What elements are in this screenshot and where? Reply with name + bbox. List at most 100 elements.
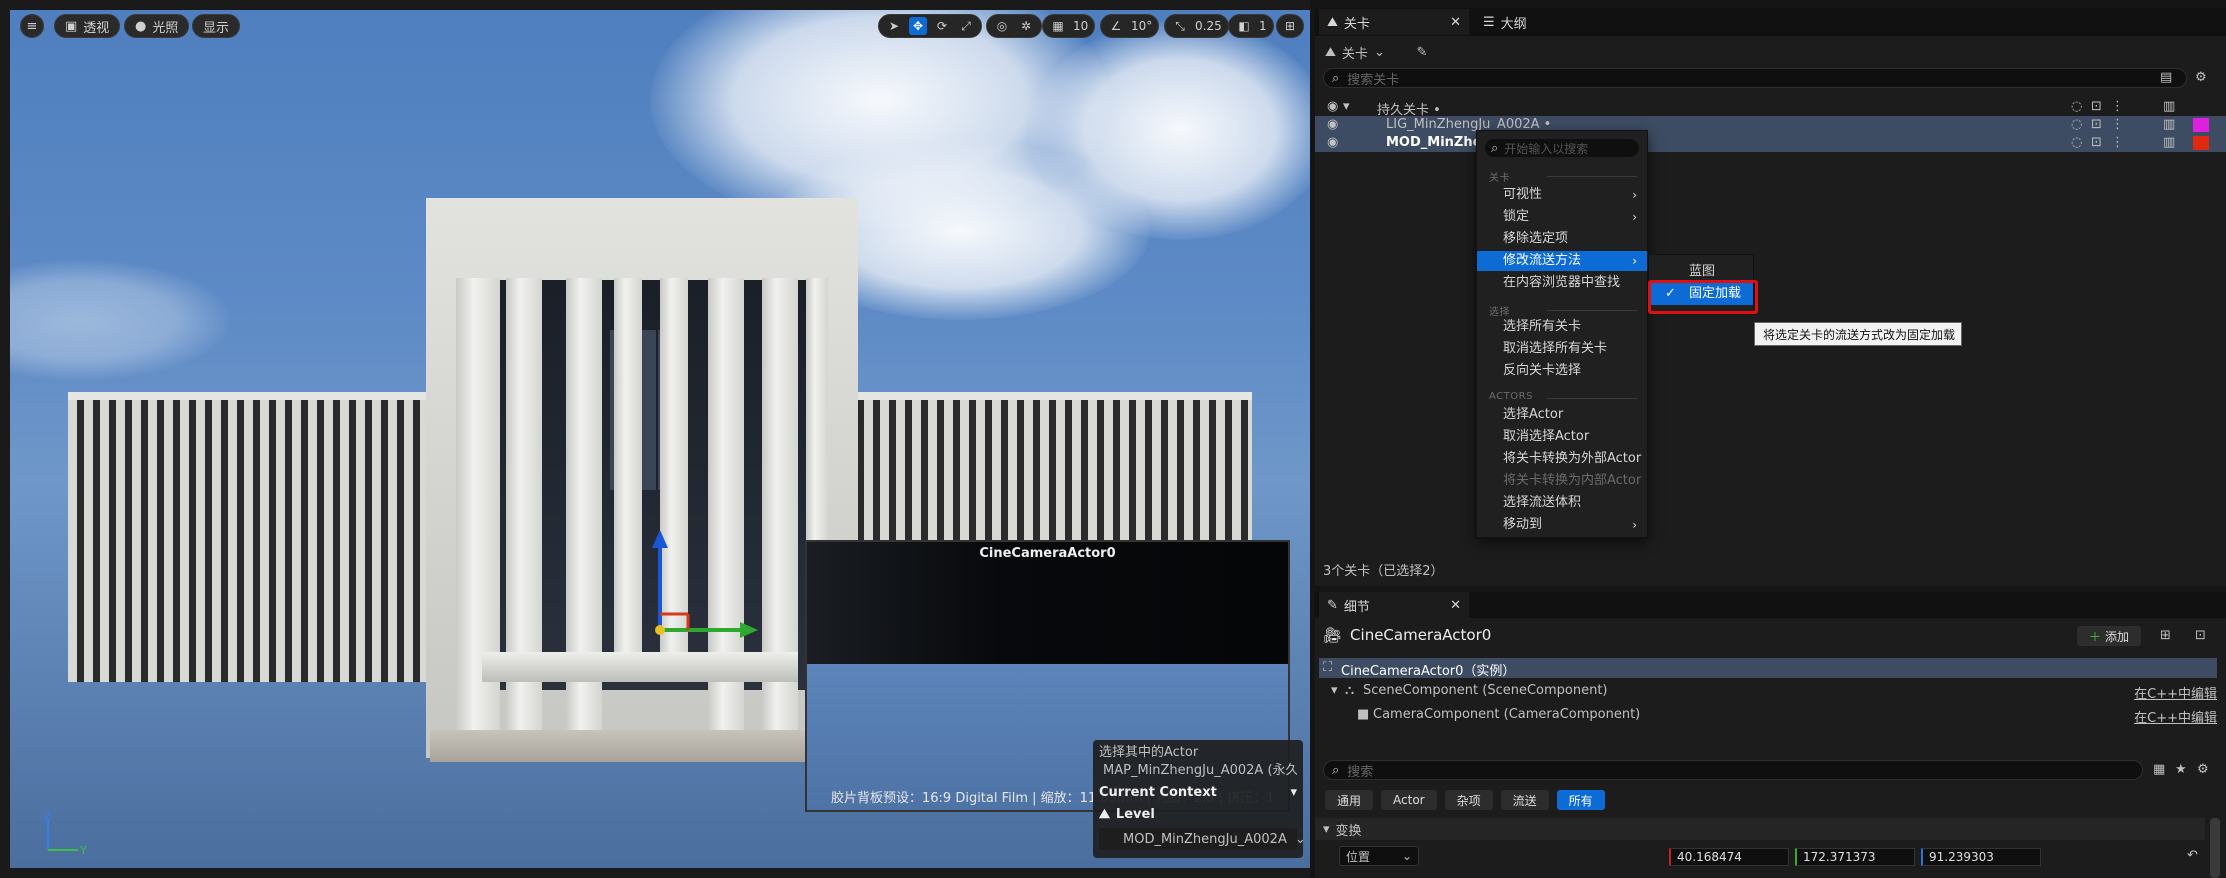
expand-icon[interactable]: ▾ xyxy=(1343,99,1350,114)
select-actor-text[interactable]: 选择其中的Actor xyxy=(1099,744,1297,762)
expand-icon[interactable]: ▾ xyxy=(1331,683,1338,698)
lock-icon[interactable]: ⊡ xyxy=(2195,628,2206,643)
eye-icon[interactable]: ◉ xyxy=(1327,99,1338,114)
tree-row-level[interactable]: ◉ LIG_MinZhengJu_A002A • ◌ ⊡ ⋮ ▥ xyxy=(1315,116,2226,134)
tree-row-level[interactable]: ◉ MOD_MinZheng ◌ ⊡ ⋮ ▥ xyxy=(1315,134,2226,152)
edit-cpp-link[interactable]: 在C++中编辑 xyxy=(2134,683,2217,702)
show-button[interactable]: 显示 xyxy=(192,14,241,38)
close-icon[interactable]: ✕ xyxy=(1450,598,1461,613)
lightbulb-icon[interactable]: ◌ xyxy=(2071,99,2082,114)
menu-item-remove-selected[interactable]: 移除选定项 xyxy=(1477,229,1647,249)
location-dropdown[interactable]: 位置 ⌄ xyxy=(1339,846,1419,866)
menu-item-move-to[interactable]: 移动到 › xyxy=(1477,515,1647,535)
filter-streaming[interactable]: 流送 xyxy=(1500,790,1549,810)
menu-item-select-actor[interactable]: 选择Actor xyxy=(1477,405,1647,425)
details-search[interactable]: ⌕ 搜索 xyxy=(1323,760,2143,780)
transform-gizmo[interactable] xyxy=(640,530,770,660)
level-color-swatch[interactable] xyxy=(2193,118,2209,132)
star-icon[interactable]: ★ xyxy=(2175,762,2187,777)
folder-add-icon[interactable]: ▤ xyxy=(2160,70,2172,85)
scale-icon[interactable]: ⤢ xyxy=(957,17,975,35)
level-select[interactable]: MOD_MinZhengJu_A002A ⌄ xyxy=(1099,828,1306,850)
menu-item-deselect-actor[interactable]: 取消选择Actor xyxy=(1477,427,1647,447)
lighting-label: 光照 xyxy=(152,20,179,36)
menu-item-convert-external[interactable]: 将关卡转换为外部Actor xyxy=(1477,449,1647,469)
menu-item-visibility[interactable]: 可视性 › xyxy=(1477,185,1647,205)
current-context-header[interactable]: Current Context ▾ xyxy=(1099,784,1297,802)
menu-search[interactable]: ⌕ 开始输入以搜索 xyxy=(1485,139,1639,157)
select-icon[interactable]: ➤ xyxy=(885,17,903,35)
menu-item-invert-selection[interactable]: 反向关卡选择 xyxy=(1477,361,1647,381)
tree-row-persistent[interactable]: ◉ ▾ 持久关卡 • ◌ ⊡ ⋮ ▥ xyxy=(1315,98,2226,118)
viewport-layout-button[interactable]: ⊞ xyxy=(1276,14,1304,38)
perspective-label: 透视 xyxy=(83,20,110,36)
menu-item-deselect-all[interactable]: 取消选择所有关卡 xyxy=(1477,339,1647,359)
rotation-snap[interactable]: ∠ 10° xyxy=(1100,14,1160,38)
grid-icon: ▦ xyxy=(1052,19,1064,33)
surface-snap-icon[interactable]: ✲ xyxy=(1017,17,1035,35)
levels-search[interactable]: ⌕ 搜索关卡 xyxy=(1323,68,2187,88)
rotate-icon[interactable]: ⟳ xyxy=(933,17,951,35)
move-icon[interactable]: ✥ xyxy=(909,17,927,35)
component-name: CameraComponent (CameraComponent) xyxy=(1373,707,1641,722)
add-component-button[interactable]: ＋添加 xyxy=(2077,626,2142,646)
edit-cpp-link[interactable]: 在C++中编辑 xyxy=(2134,707,2217,726)
hierarchy-icon[interactable]: ⋮ xyxy=(2111,135,2124,150)
lock-icon[interactable]: ⊡ xyxy=(2091,99,2102,114)
scale-snap[interactable]: ⤡ 0.25 xyxy=(1164,14,1229,38)
grid-size: 10 xyxy=(1073,19,1089,33)
tab-details[interactable]: ✎ 细节 ✕ xyxy=(1319,592,1469,618)
location-y-field[interactable]: 172.371373 xyxy=(1795,848,1915,866)
perspective-button[interactable]: ▣ 透视 xyxy=(54,14,121,38)
transform-section[interactable]: ▾ 变换 xyxy=(1315,818,2205,840)
level-viewport[interactable]: Z Y ≡ ▣ 透视 ● 光照 显示 ➤ ✥ ⟳ ⤢ ◎ ✲ ▦ 10 ∠ 10… xyxy=(0,0,1310,878)
eye-icon[interactable]: ◉ xyxy=(1327,117,1338,132)
hierarchy-icon[interactable]: ⋮ xyxy=(2111,117,2124,132)
location-z-field[interactable]: 91.239303 xyxy=(1921,848,2041,866)
filter-all[interactable]: 所有 xyxy=(1556,790,1605,810)
menu-section-level: 关卡 xyxy=(1489,173,1510,184)
levels-dropdown[interactable]: ⛰ 关卡 ⌄ xyxy=(1325,40,1385,64)
eye-icon[interactable]: ◉ xyxy=(1327,135,1338,150)
blueprint-icon[interactable]: ⊞ xyxy=(2160,628,2171,643)
add-label: 添加 xyxy=(2105,629,2130,644)
filter-actor[interactable]: Actor xyxy=(1381,790,1437,810)
lighting-button[interactable]: ● 光照 xyxy=(124,14,190,38)
close-icon[interactable]: ✕ xyxy=(1450,15,1461,30)
filter-general[interactable]: 通用 xyxy=(1325,790,1374,810)
table-icon[interactable]: ▦ xyxy=(2153,762,2165,777)
camera-speed[interactable]: ◧ 1 xyxy=(1228,14,1274,38)
save-icon[interactable]: ▥ xyxy=(2163,135,2175,150)
lightbulb-icon[interactable]: ◌ xyxy=(2071,117,2082,132)
reset-arrow-icon[interactable]: ↶ xyxy=(2187,848,2198,863)
gear-icon[interactable]: ⚙ xyxy=(2197,762,2209,777)
filter-misc[interactable]: 杂项 xyxy=(1444,790,1493,810)
save-icon[interactable]: ▥ xyxy=(2163,99,2175,114)
tab-outliner-label: 大纲 xyxy=(1500,16,1527,32)
tab-levels[interactable]: ⛰ 关卡 ✕ xyxy=(1319,9,1469,35)
lightbulb-icon[interactable]: ◌ xyxy=(2071,135,2082,150)
transform-tools: ➤ ✥ ⟳ ⤢ xyxy=(878,14,982,38)
component-row[interactable]: ■ CameraComponent (CameraComponent) 在C++… xyxy=(1319,704,2217,726)
globe-icon[interactable]: ◎ xyxy=(993,17,1011,35)
location-x-field[interactable]: 40.168474 xyxy=(1669,848,1789,866)
instance-row[interactable]: ⛶ CineCameraActor0（实例） xyxy=(1319,658,2217,679)
menu-item-find-in-browser[interactable]: 在内容浏览器中查找 xyxy=(1477,273,1647,293)
gear-icon[interactable]: ⚙ xyxy=(2195,70,2207,85)
filter-buttons: 通用 Actor 杂项 流送 所有 xyxy=(1325,790,1605,810)
pencil-icon[interactable]: ✎ xyxy=(1411,42,1433,62)
hierarchy-icon[interactable]: ⋮ xyxy=(2111,99,2124,114)
save-icon[interactable]: ▥ xyxy=(2163,117,2175,132)
tab-outliner[interactable]: ☰ 大纲 xyxy=(1475,9,1535,35)
menu-item-select-streaming-volume[interactable]: 选择流送体积 xyxy=(1477,493,1647,513)
menu-item-select-all[interactable]: 选择所有关卡 xyxy=(1477,317,1647,337)
component-row[interactable]: ▾ ⛬ SceneComponent (SceneComponent) 在C++… xyxy=(1319,680,2217,702)
grid-snap[interactable]: ▦ 10 xyxy=(1042,14,1096,38)
level-color-swatch[interactable] xyxy=(2193,136,2209,150)
menu-item-change-streaming[interactable]: 修改流送方法 › xyxy=(1477,251,1647,271)
menu-item-lock[interactable]: 锁定 › xyxy=(1477,207,1647,227)
viewport-menu-button[interactable]: ≡ xyxy=(20,14,44,38)
lock-icon[interactable]: ⊡ xyxy=(2091,135,2102,150)
lock-icon[interactable]: ⊡ xyxy=(2091,117,2102,132)
details-scrollbar[interactable] xyxy=(2210,818,2220,878)
